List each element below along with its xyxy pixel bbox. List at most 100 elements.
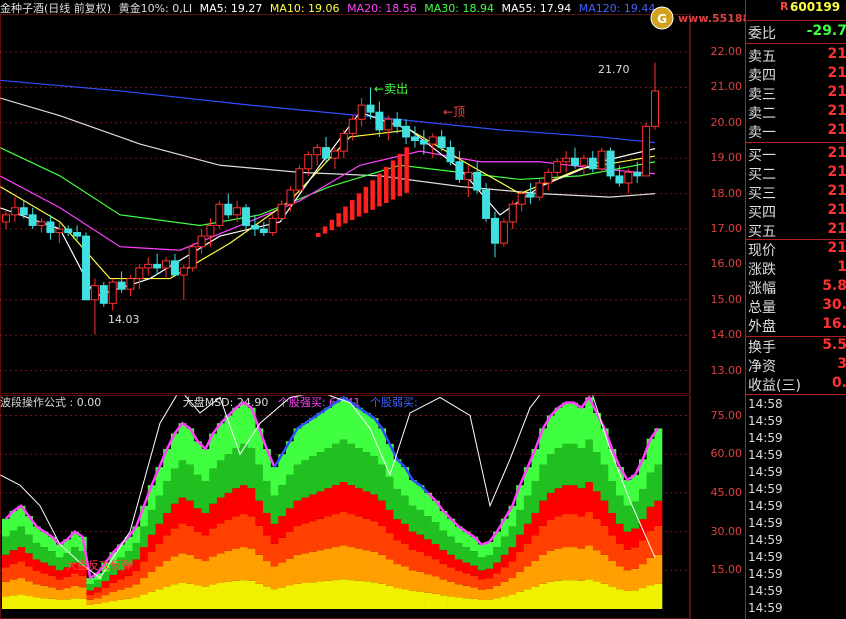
indicator-bar-segment xyxy=(155,566,164,590)
indicator-bar-segment xyxy=(362,491,371,519)
indicator-bar-segment xyxy=(48,598,57,609)
candle-body xyxy=(224,203,233,216)
candle-body xyxy=(579,157,588,166)
indicator-bar-segment xyxy=(408,480,417,506)
indicator-bar-segment xyxy=(285,585,294,609)
indicator-bar-segment xyxy=(439,530,448,551)
indicator-bar-segment xyxy=(86,590,95,595)
indicator-bar-segment xyxy=(9,579,18,596)
candle-body xyxy=(108,281,117,304)
candle-body xyxy=(313,147,322,156)
indicator-bar-segment xyxy=(255,583,264,609)
candlestick-chart[interactable] xyxy=(0,14,745,394)
candle-body xyxy=(339,132,348,152)
indicator-bar-segment xyxy=(216,523,225,554)
candle-body xyxy=(375,111,384,131)
indicator-bar-segment xyxy=(186,464,195,501)
indicator-bar-segment xyxy=(523,589,532,609)
indicator-bar-segment xyxy=(531,535,540,562)
indicator-bar-segment xyxy=(132,542,141,560)
indicator-bar-segment xyxy=(262,513,271,536)
indicator-bar-segment xyxy=(216,497,225,524)
indicator-chart[interactable] xyxy=(0,395,745,619)
indicator-bar-segment xyxy=(401,523,410,544)
indicator-bar-segment xyxy=(324,488,333,517)
indicator-bar-segment xyxy=(615,523,624,544)
indicator-bar-segment xyxy=(623,531,632,550)
indicator-tick-label: 60.00 xyxy=(710,447,743,461)
indicator-bar-segment xyxy=(308,551,317,583)
indicator-bar-segment xyxy=(508,547,517,562)
indicator-bar-segment xyxy=(646,506,655,531)
candle-body xyxy=(508,203,517,223)
indicator-bar-segment xyxy=(485,555,494,569)
indicator-bar-segment xyxy=(324,580,333,609)
indicator-bar-segment xyxy=(600,583,609,609)
indicator-bar-segment xyxy=(55,579,64,590)
sell-level-row-value: 21 xyxy=(827,65,846,81)
indicator-bar-segment xyxy=(270,589,279,609)
indicator-bar-segment xyxy=(239,402,248,444)
indicator-bar-segment xyxy=(170,503,179,529)
indicator-bar-segment xyxy=(378,583,387,609)
indicator-bar-segment xyxy=(631,528,640,548)
indicator-bar-segment xyxy=(424,516,433,540)
indicator-bar-segment xyxy=(508,561,517,579)
indicator-bar-segment xyxy=(385,476,394,510)
stat-row: 涨幅 5.8 xyxy=(748,278,846,297)
candle-body xyxy=(277,203,286,219)
indicator-bar-segment xyxy=(255,525,264,555)
buy-level-row: 买一 21 xyxy=(748,145,846,164)
ma20-label: MA20: 18.56 xyxy=(347,2,417,14)
indicator-bar-segment xyxy=(339,482,348,512)
indicator-bar-segment xyxy=(462,598,471,609)
indicator-bar-segment xyxy=(569,547,578,581)
candle-body xyxy=(233,207,242,216)
signal-bar xyxy=(343,206,348,224)
indicator-bar-segment xyxy=(163,561,172,587)
indicator-bar-segment xyxy=(562,485,571,515)
indicator-bar-segment xyxy=(347,514,356,548)
indicator-bar-segment xyxy=(477,599,486,609)
indicator-bar-segment xyxy=(262,481,271,514)
candle-body xyxy=(144,263,153,269)
indicator-bar-segment xyxy=(163,513,172,536)
indicator-bar-segment xyxy=(232,548,241,581)
indicator-bar-segment xyxy=(332,485,340,515)
indicator-bar-segment xyxy=(216,553,225,583)
candle-body xyxy=(384,118,393,131)
indicator-bar-segment xyxy=(546,581,555,609)
trade-time: 14:59 xyxy=(748,550,783,564)
indicator-bar-segment xyxy=(178,497,187,524)
candle-body xyxy=(517,193,526,205)
candle-body xyxy=(82,235,91,301)
candle-body xyxy=(250,224,259,230)
indicator-bar-segment xyxy=(477,579,486,590)
indicator-tick-label: 15.00 xyxy=(710,563,743,577)
indicator-bar-segment xyxy=(600,554,609,584)
indicator-bar-segment xyxy=(316,581,325,609)
indicator-bar-segment xyxy=(531,586,540,609)
candle-body xyxy=(570,157,579,166)
indicator-bar-segment xyxy=(531,481,540,514)
sell-level-row-value: 21 xyxy=(827,103,846,119)
indicator-bar-segment xyxy=(608,561,617,587)
stat2-row-value: 5.5 xyxy=(822,337,846,353)
indicator-bar-segment xyxy=(239,485,248,515)
indicator-bar-segment xyxy=(147,552,156,572)
indicator-bar-segment xyxy=(623,590,632,609)
indicator-bar-segment xyxy=(592,491,601,519)
weibi-row-value: -29.7 xyxy=(806,23,846,39)
candle-body xyxy=(304,154,313,170)
indicator-bar-segment xyxy=(539,554,548,584)
indicator-bar-segment xyxy=(155,495,164,524)
indicator-bar-segment xyxy=(454,559,463,572)
indicator-bar-segment xyxy=(339,579,348,609)
indicator-bar-segment xyxy=(638,564,647,589)
indicator-bar-segment xyxy=(539,500,548,526)
candle-body xyxy=(455,161,464,180)
price-tick-label: 22.00 xyxy=(710,45,743,58)
indicator-bar-segment xyxy=(324,407,333,449)
indicator-bar-segment xyxy=(301,553,310,583)
indicator-bar-segment xyxy=(124,587,133,599)
